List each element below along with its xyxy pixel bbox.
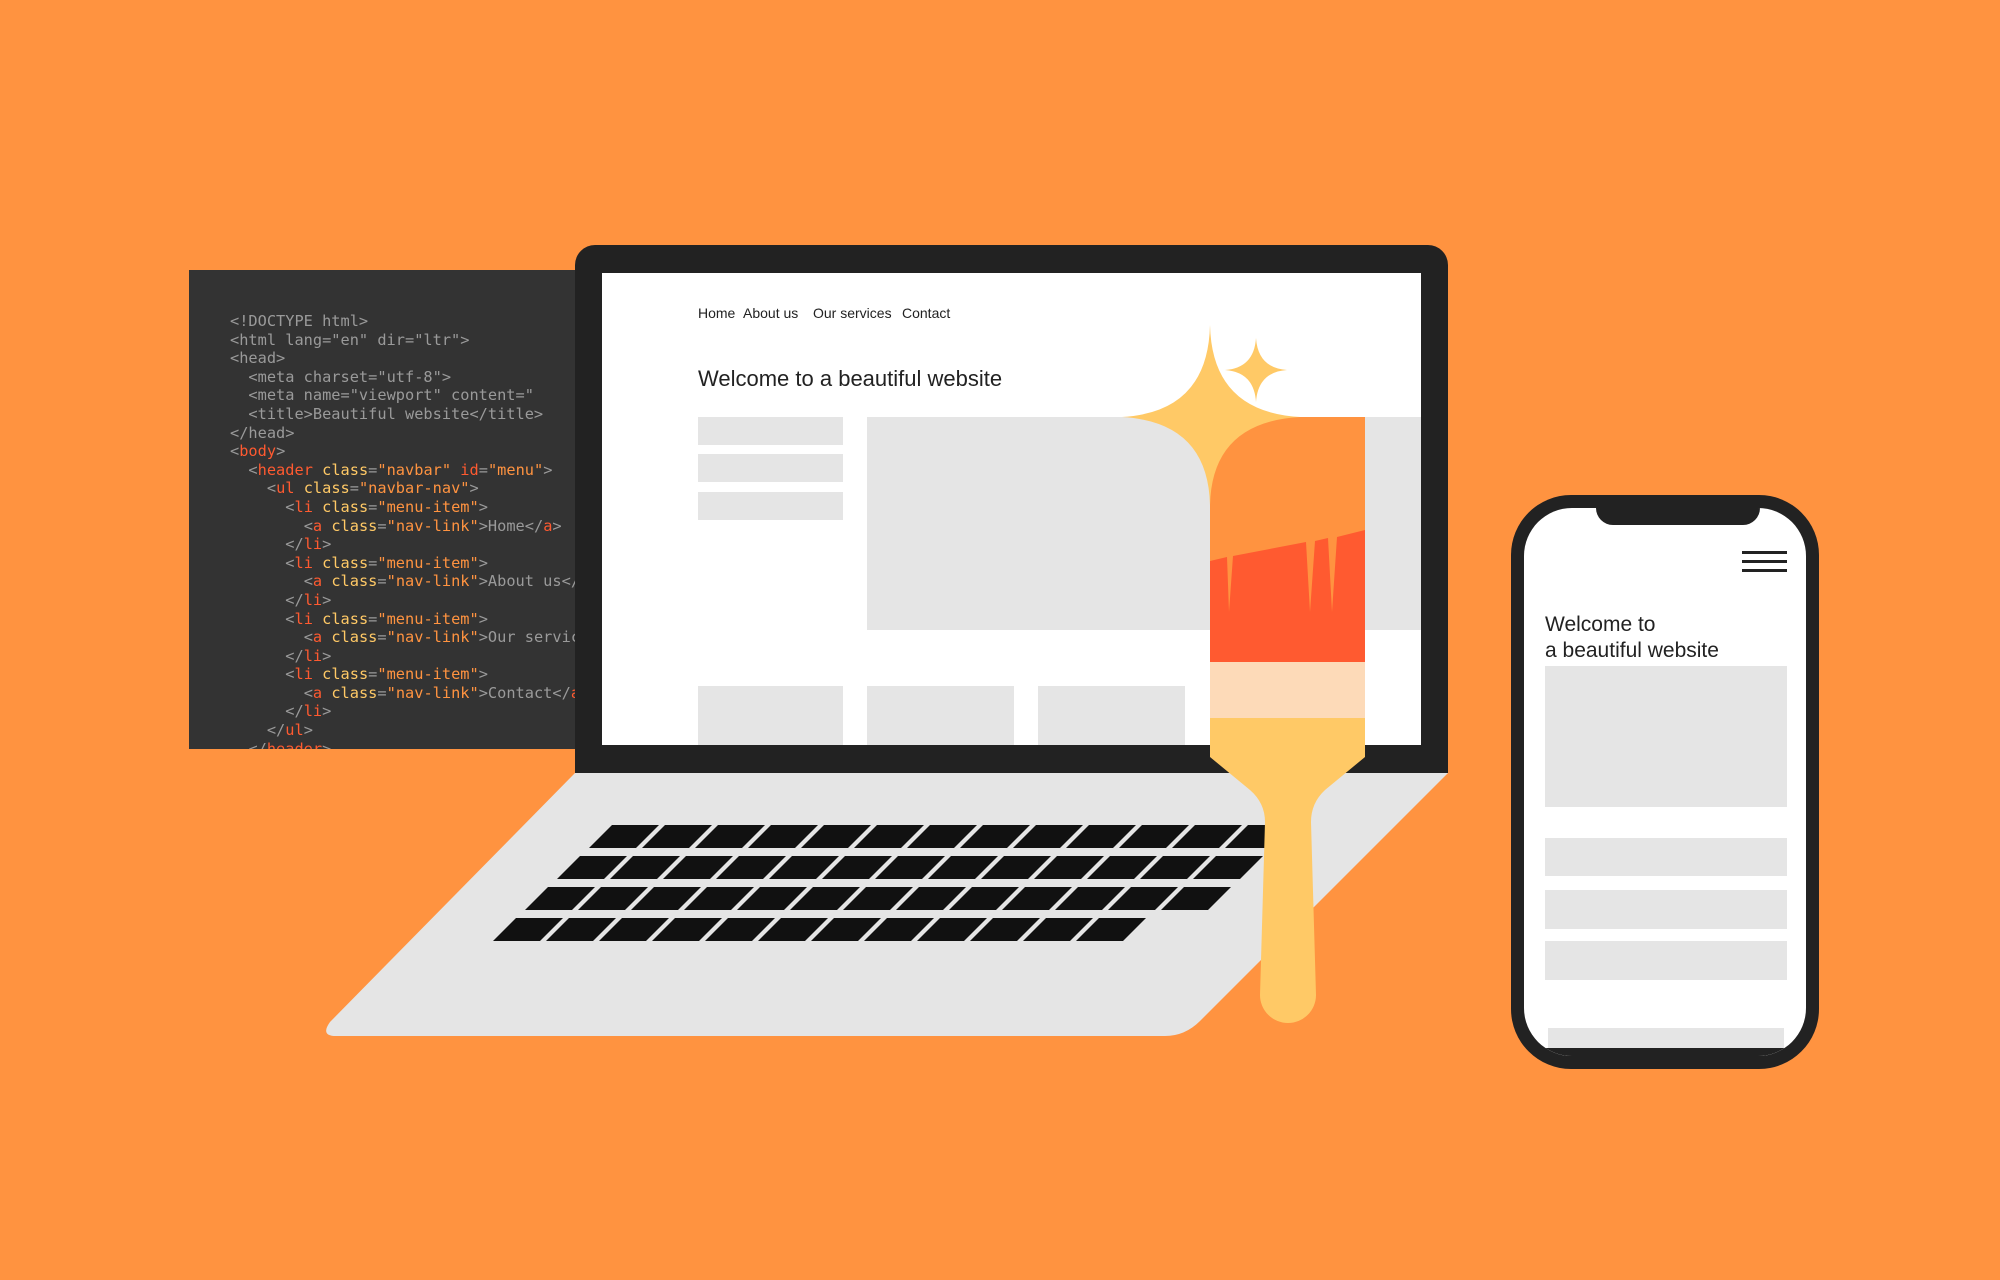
paint-brush	[1122, 325, 1365, 1023]
brush-handle	[1210, 718, 1365, 1023]
brush-bristle-base	[1210, 662, 1365, 718]
